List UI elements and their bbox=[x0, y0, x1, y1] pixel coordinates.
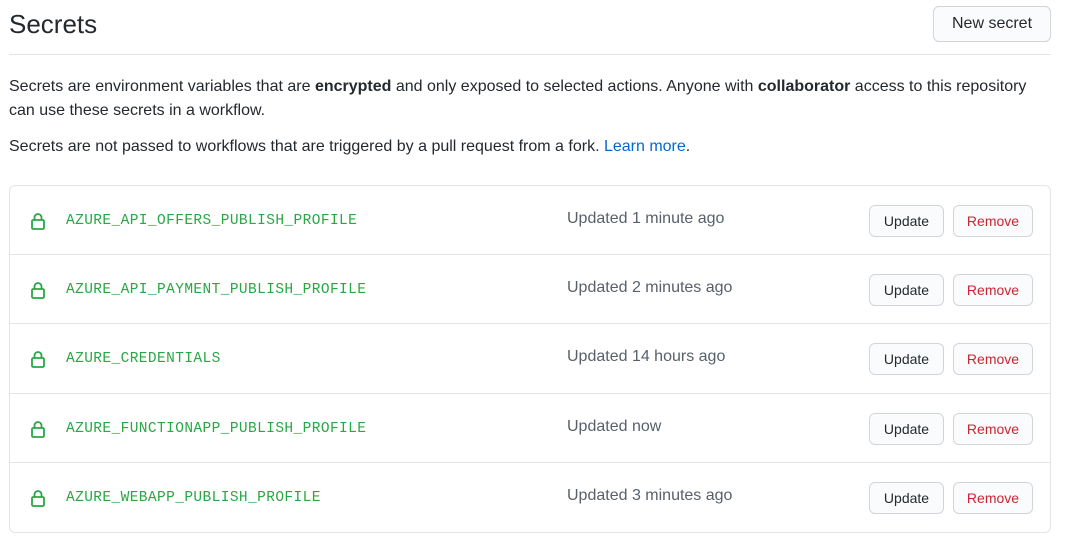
secret-updated-time: Updated 1 minute ago bbox=[567, 210, 725, 227]
update-button[interactable]: Update bbox=[869, 343, 944, 376]
lock-icon bbox=[31, 420, 45, 438]
lock-icon bbox=[31, 351, 45, 369]
new-secret-button[interactable]: New secret bbox=[933, 6, 1051, 42]
secrets-list: AZURE_API_OFFERS_PUBLISH_PROFILE Updated… bbox=[9, 185, 1051, 533]
encrypted-emphasis: encrypted bbox=[314, 78, 392, 95]
lock-icon bbox=[31, 282, 45, 300]
secret-row: AZURE_API_PAYMENT_PUBLISH_PROFILE Update… bbox=[10, 255, 1050, 325]
page-header: Secrets New secret bbox=[9, 0, 1051, 55]
update-button[interactable]: Update bbox=[869, 481, 944, 514]
secret-updated-time: Updated now bbox=[567, 417, 662, 435]
remove-button[interactable]: Remove bbox=[953, 274, 1033, 307]
remove-button[interactable]: Remove bbox=[953, 205, 1033, 237]
page-title: Secrets bbox=[9, 9, 98, 39]
secrets-page: Secrets New secret Secrets are environme… bbox=[0, 0, 1088, 557]
remove-button[interactable]: Remove bbox=[953, 412, 1033, 445]
secret-name: AZURE_CREDENTIALS bbox=[66, 351, 221, 368]
remove-button[interactable]: Remove bbox=[953, 481, 1033, 514]
secret-updated-time: Updated 2 minutes ago bbox=[567, 279, 733, 297]
lock-icon bbox=[31, 213, 45, 230]
update-button[interactable]: Update bbox=[869, 412, 944, 445]
secret-name: AZURE_API_PAYMENT_PUBLISH_PROFILE bbox=[66, 282, 367, 299]
collaborator-emphasis: collaborator bbox=[757, 78, 851, 95]
secret-row: AZURE_FUNCTIONAPP_PUBLISH_PROFILE Update… bbox=[10, 394, 1050, 463]
secret-row: AZURE_API_OFFERS_PUBLISH_PROFILE Updated… bbox=[10, 186, 1050, 256]
secret-row: AZURE_WEBAPP_PUBLISH_PROFILE Updated 3 m… bbox=[10, 463, 1050, 532]
lock-icon bbox=[31, 489, 45, 507]
update-button[interactable]: Update bbox=[869, 205, 944, 237]
secret-name: AZURE_WEBAPP_PUBLISH_PROFILE bbox=[66, 489, 321, 506]
remove-button[interactable]: Remove bbox=[953, 343, 1033, 376]
secret-updated-time: Updated 14 hours ago bbox=[567, 348, 726, 366]
learn-more-link[interactable]: Learn more bbox=[604, 138, 686, 155]
secret-name: AZURE_FUNCTIONAPP_PUBLISH_PROFILE bbox=[66, 420, 367, 437]
secret-row: AZURE_CREDENTIALS Updated 14 hours ago U… bbox=[10, 324, 1050, 394]
secret-updated-time: Updated 3 minutes ago bbox=[567, 486, 733, 504]
update-button[interactable]: Update bbox=[869, 274, 944, 307]
secret-name: AZURE_API_OFFERS_PUBLISH_PROFILE bbox=[66, 213, 358, 229]
fork-notice: Secrets are not passed to workflows that… bbox=[9, 138, 691, 155]
secrets-description: Secrets are environment variables that a… bbox=[9, 78, 1027, 119]
